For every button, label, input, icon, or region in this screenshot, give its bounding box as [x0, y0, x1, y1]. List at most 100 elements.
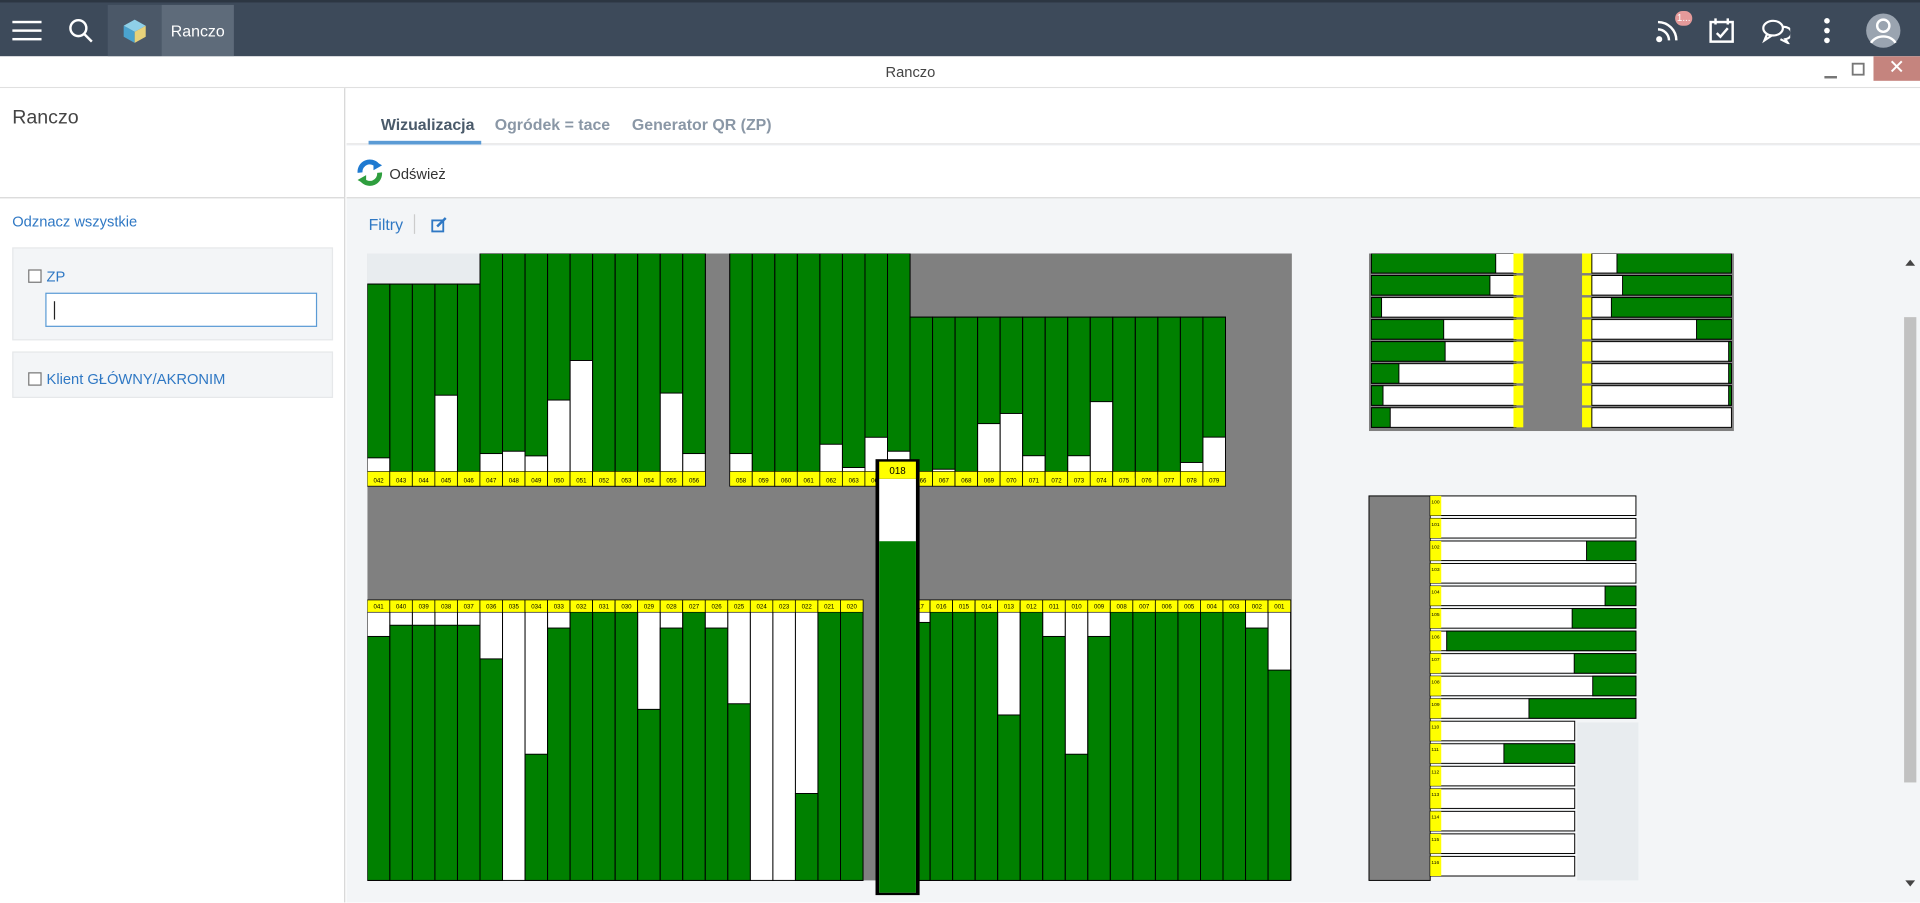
rack-fill — [456, 624, 481, 881]
panel-title: Ranczo — [0, 88, 345, 199]
slot-label: 045 — [441, 477, 452, 484]
rack-fill — [1616, 253, 1732, 274]
slot-label: 110 — [1431, 725, 1439, 731]
slot-label: 048 — [509, 477, 520, 484]
slot-label: 027 — [689, 604, 700, 611]
calendar-check-icon[interactable] — [1695, 5, 1749, 56]
rack-fill — [614, 253, 639, 487]
app-tab-ranczo[interactable]: Ranczo — [161, 4, 234, 57]
rack-fill — [1573, 653, 1637, 674]
app-cube-icon[interactable] — [107, 4, 162, 57]
user-avatar-icon[interactable] — [1856, 5, 1910, 56]
menu-icon[interactable] — [0, 5, 54, 56]
rack-fill — [1245, 627, 1269, 881]
slot-label: 044 — [419, 477, 430, 484]
rack-fill — [411, 283, 436, 487]
slot-label-bg — [1430, 518, 1442, 539]
uncheck-all-link[interactable]: Odznacz wszystkie — [12, 213, 137, 230]
rack-fill — [547, 253, 571, 401]
slot-label: 001 — [1274, 604, 1285, 611]
rss-icon[interactable]: 1... — [1641, 5, 1695, 56]
slot-label: 051 — [576, 477, 587, 484]
slot-label-bg — [1513, 297, 1524, 318]
refresh-button[interactable]: Odśwież — [389, 165, 445, 182]
slot-label: 068 — [961, 477, 972, 484]
rack-fill — [796, 253, 821, 487]
client-checkbox[interactable] — [28, 372, 42, 387]
rack-fill — [999, 316, 1024, 414]
rack-fill — [411, 624, 436, 881]
slot-label-bg — [1513, 253, 1524, 274]
slot-label-bg — [1513, 385, 1524, 406]
tab-wizualizacja[interactable]: Wizualizacja — [381, 115, 475, 133]
rack-fill — [1132, 602, 1156, 881]
slot-label: 114 — [1431, 815, 1439, 821]
rack-fill — [434, 624, 458, 881]
filters-link[interactable]: Filtry — [369, 216, 403, 234]
maximize-icon[interactable] — [1851, 61, 1865, 79]
zp-label[interactable]: ZP — [47, 268, 66, 285]
more-vertical-icon[interactable] — [1802, 5, 1851, 56]
rack-fill — [1200, 605, 1224, 881]
slot-label: 034 — [531, 604, 542, 611]
slot-label: 040 — [396, 604, 407, 611]
window-titlebar: Ranczo ▁ ✕ — [0, 56, 1920, 89]
rack-fill — [1112, 316, 1136, 487]
edit-icon[interactable] — [431, 217, 447, 239]
slot-label-bg — [1582, 253, 1592, 274]
slot-label: 004 — [1207, 604, 1218, 611]
chat-icon[interactable] — [1749, 5, 1803, 56]
slot-label: 113 — [1431, 792, 1439, 798]
slot-label: 002 — [1252, 604, 1263, 611]
vertical-scrollbar[interactable] — [1900, 253, 1920, 896]
slot-label: 029 — [644, 604, 655, 611]
rack-fill — [367, 635, 391, 881]
rack-fill — [1528, 698, 1637, 719]
zp-checkbox[interactable] — [28, 269, 42, 284]
rack-slot — [1429, 765, 1576, 787]
rack-fill — [389, 624, 413, 881]
client-label[interactable]: Klient GŁÓWNY/AKRONIM — [47, 371, 226, 388]
slot-label: 103 — [1431, 567, 1439, 573]
slot-label: 021 — [824, 604, 835, 611]
rack-fill — [1370, 341, 1446, 362]
rack-fill — [1154, 602, 1179, 881]
tab-generator-qr[interactable]: Generator QR (ZP) — [632, 115, 772, 133]
rack-fill — [1728, 341, 1732, 362]
slot-label-bg — [1430, 856, 1442, 877]
slot-label-bg — [1582, 407, 1592, 428]
rack-fill — [1042, 635, 1066, 881]
minimize-icon[interactable]: ▁ — [1825, 60, 1837, 80]
slot-label: 008 — [1117, 604, 1128, 611]
rack-fill — [637, 708, 661, 881]
rack-slot — [1429, 833, 1576, 854]
slot-label: 026 — [711, 604, 722, 611]
tab-ogrodek[interactable]: Ogródek = tace — [495, 115, 610, 133]
close-icon[interactable]: ✕ — [1873, 56, 1920, 81]
slot-label: 067 — [939, 477, 950, 484]
rack-fill — [456, 283, 481, 487]
slot-label: 024 — [757, 604, 768, 611]
slot-label: 011 — [1049, 604, 1059, 611]
slot-label: 049 — [531, 477, 542, 484]
zp-input[interactable] — [45, 292, 318, 327]
rack-fill — [1022, 316, 1046, 457]
refresh-icon[interactable] — [355, 158, 384, 194]
slot-label: 107 — [1431, 657, 1439, 663]
rack-fill — [1370, 319, 1445, 340]
slot-label: 035 — [509, 604, 520, 611]
slot-label: 070 — [1006, 477, 1017, 484]
slot-label: 102 — [1431, 544, 1439, 550]
notification-badge: 1... — [1675, 11, 1693, 26]
rack-fill — [1586, 540, 1637, 562]
slot-label-bg — [1430, 788, 1442, 809]
slot-label-bg — [1582, 275, 1592, 296]
search-icon[interactable] — [54, 5, 108, 56]
slot-label-bg — [1430, 608, 1442, 629]
slot-label: 025 — [734, 604, 745, 611]
rack-fill — [1370, 275, 1491, 296]
slot-label: 039 — [419, 604, 430, 611]
slot-label: 058 — [736, 477, 747, 484]
rack-fill — [819, 253, 843, 445]
rack-slot — [1370, 385, 1517, 406]
